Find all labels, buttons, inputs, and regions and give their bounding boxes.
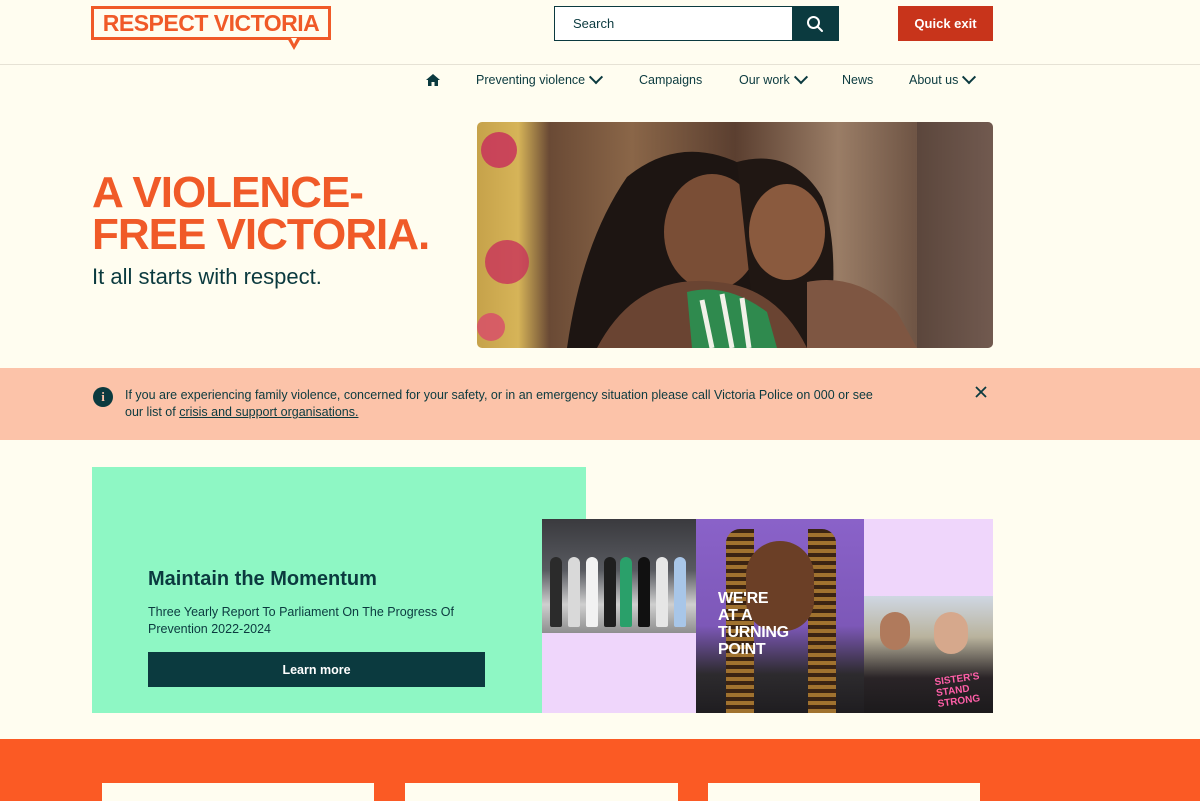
nav-label: Preventing violence: [476, 73, 586, 87]
hero-title: A VIOLENCE- FREE VICTORIA.: [92, 171, 472, 259]
search-input[interactable]: [555, 7, 792, 40]
safety-alert-banner: i If you are experiencing family violenc…: [0, 368, 1200, 440]
logo-speech-tail: [287, 38, 301, 50]
nav-label: News: [842, 73, 874, 87]
hero-image: [477, 122, 993, 348]
hair-right: [808, 529, 836, 713]
learn-more-button[interactable]: Learn more: [148, 652, 485, 687]
card-preview[interactable]: [102, 783, 374, 801]
nav-label: About us: [909, 73, 959, 87]
close-icon[interactable]: [972, 383, 990, 401]
chevron-down-icon: [962, 70, 977, 85]
main-nav: Preventing violence Campaigns Our work N…: [0, 70, 1200, 93]
nav-label: Campaigns: [639, 73, 703, 87]
crisis-support-link[interactable]: crisis and support organisations.: [179, 405, 358, 419]
hero-photo-illustration: [477, 122, 993, 348]
nav-item-campaigns[interactable]: Campaigns: [639, 73, 702, 87]
info-icon: i: [93, 387, 113, 407]
nav-item-news[interactable]: News: [842, 73, 873, 87]
alert-message: If you are experiencing family violence,…: [125, 387, 885, 421]
site-logo[interactable]: RESPECT VICTORIA: [91, 6, 331, 40]
hero-subtitle: It all starts with respect.: [92, 264, 322, 289]
feature-description: Three Yearly Report To Parliament On The…: [148, 605, 454, 636]
search-button[interactable]: [792, 7, 838, 40]
group-photo: [542, 519, 696, 633]
site-header: RESPECT VICTORIA Quick exit: [0, 0, 1200, 65]
hero-title-line2: FREE VICTORIA.: [92, 210, 430, 259]
chevron-down-icon: [793, 70, 808, 85]
nav-item-preventing-violence[interactable]: Preventing violence: [476, 70, 604, 87]
card-preview[interactable]: [708, 783, 980, 801]
search-icon: [807, 15, 823, 32]
nav-home[interactable]: [425, 73, 441, 87]
quick-exit-button[interactable]: Quick exit: [898, 6, 993, 41]
nav-item-about-us[interactable]: About us: [909, 70, 977, 87]
feature-title: Maintain the Momentum: [148, 568, 377, 590]
sisters-shirt-text: SISTER'S STAND STRONG: [933, 671, 981, 710]
search-bar: [554, 6, 839, 41]
card-preview[interactable]: [405, 783, 678, 801]
sister-face: [934, 612, 968, 654]
logo-text: RESPECT VICTORIA: [102, 9, 320, 36]
chevron-down-icon: [589, 70, 604, 85]
sister-face: [880, 612, 910, 650]
home-icon: [426, 74, 440, 86]
nav-item-our-work[interactable]: Our work: [739, 70, 808, 87]
turning-point-text: WE'RE AT A TURNING POINT: [718, 590, 789, 658]
nav-label: Our work: [739, 73, 790, 87]
